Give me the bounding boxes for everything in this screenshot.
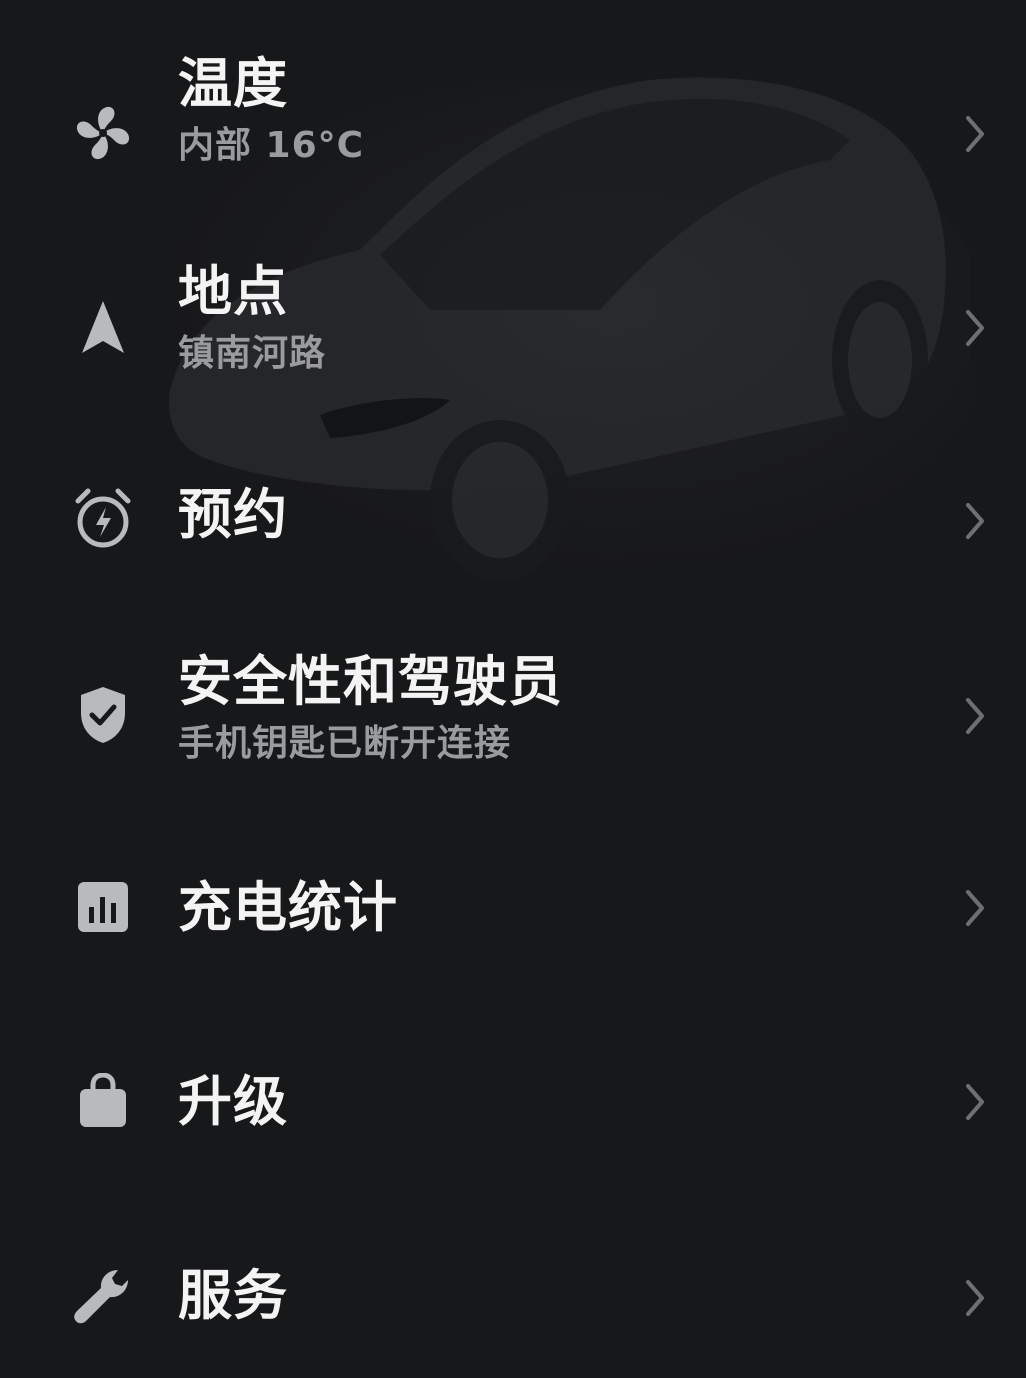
menu-item-subtitle: 内部 16°C xyxy=(178,125,365,166)
chevron-right-icon xyxy=(966,1084,984,1120)
fan-icon xyxy=(72,102,134,164)
menu-item-charging-stats[interactable]: 充电统计 xyxy=(0,838,1026,988)
menu-item-climate[interactable]: 温度 内部 16°C xyxy=(0,50,1026,200)
menu-item-title: 充电统计 xyxy=(178,876,398,939)
menu-item-service[interactable]: 服务 xyxy=(0,1228,1026,1378)
menu-item-subtitle: 镇南河路 xyxy=(178,333,327,374)
menu-item-security-drivers[interactable]: 安全性和驾驶员 手机钥匙已断开连接 xyxy=(0,648,1026,798)
navigation-arrow-icon xyxy=(72,296,134,358)
chevron-right-icon xyxy=(966,890,984,926)
chevron-right-icon xyxy=(966,310,984,346)
menu-item-title: 服务 xyxy=(178,1264,288,1327)
bar-chart-icon xyxy=(72,876,134,938)
menu-item-upgrades[interactable]: 升级 xyxy=(0,1034,1026,1184)
chevron-right-icon xyxy=(966,698,984,734)
alarm-clock-bolt-icon xyxy=(72,487,134,549)
shield-check-icon xyxy=(72,684,134,746)
shopping-bag-icon xyxy=(72,1070,134,1132)
chevron-right-icon xyxy=(966,503,984,539)
vehicle-menu-list: 温度 内部 16°C 地点 镇南河路 预约 安全性和驾驶员 手机钥匙已断开连接 … xyxy=(0,0,1026,1368)
chevron-right-icon xyxy=(966,116,984,152)
menu-item-title: 地点 xyxy=(178,260,288,323)
menu-item-location[interactable]: 地点 镇南河路 xyxy=(0,258,1026,408)
menu-item-title: 升级 xyxy=(178,1070,288,1133)
menu-item-title: 安全性和驾驶员 xyxy=(178,650,563,713)
menu-item-title: 温度 xyxy=(178,52,288,115)
chevron-right-icon xyxy=(966,1280,984,1316)
wrench-icon xyxy=(72,1266,134,1328)
menu-item-schedule[interactable]: 预约 xyxy=(0,445,1026,595)
menu-item-subtitle: 手机钥匙已断开连接 xyxy=(178,723,512,764)
menu-item-title: 预约 xyxy=(178,483,288,546)
